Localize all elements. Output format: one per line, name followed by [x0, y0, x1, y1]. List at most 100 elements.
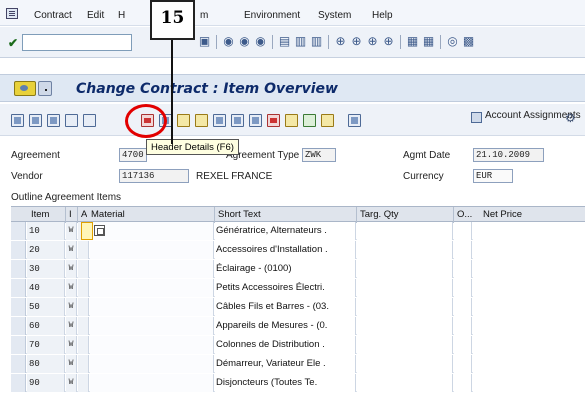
net-price-cell[interactable]	[473, 374, 585, 392]
account-category-cell[interactable]	[78, 298, 89, 316]
first-page-icon[interactable]: ⊕	[334, 35, 347, 48]
item-number-cell[interactable]: 90	[27, 374, 65, 392]
menu-environment[interactable]: Environment	[244, 10, 300, 21]
item-number-cell[interactable]: 10	[27, 222, 65, 240]
order-unit-cell[interactable]	[454, 260, 472, 278]
row-selector[interactable]	[11, 279, 26, 297]
target-qty-cell[interactable]	[357, 222, 453, 240]
item-category-cell[interactable]: W	[66, 355, 77, 373]
exit-icon[interactable]: ◉	[238, 35, 251, 48]
menu-goto[interactable]: H	[118, 10, 125, 21]
item-number-cell[interactable]: 70	[27, 336, 65, 354]
item-number-cell[interactable]: 80	[27, 355, 65, 373]
short-text-cell[interactable]: Éclairage - (0100)	[215, 260, 356, 278]
short-text-cell[interactable]: Colonnes de Distribution .	[215, 336, 356, 354]
target-qty-cell[interactable]	[357, 279, 453, 297]
create-icon[interactable]	[47, 114, 60, 127]
material-cell[interactable]	[90, 279, 214, 297]
short-text-cell[interactable]: Câbles Fils et Barres - (03.	[215, 298, 356, 316]
item-category-cell[interactable]: W	[66, 336, 77, 354]
row-selector[interactable]	[11, 298, 26, 316]
col-short-text[interactable]: Short Text	[218, 209, 261, 220]
enter-check-icon[interactable]: ✔	[8, 36, 18, 50]
material-cell[interactable]	[90, 355, 214, 373]
statistics-icon[interactable]	[249, 114, 262, 127]
col-net-price[interactable]: Net Price	[483, 209, 522, 220]
table-row[interactable]: 90 W Disjoncteurs (Toutes Te.	[11, 374, 585, 392]
item-category-cell[interactable]: W	[66, 298, 77, 316]
row-selector[interactable]	[11, 355, 26, 373]
cancel-icon[interactable]: ◉	[254, 35, 267, 48]
item-category-cell[interactable]: W	[66, 374, 77, 392]
back-icon[interactable]: ◉	[222, 35, 235, 48]
account-category-cell[interactable]	[78, 317, 89, 335]
menu-contract[interactable]: Contract	[34, 10, 72, 21]
system-menu-icon[interactable]	[6, 8, 18, 19]
account-category-cell[interactable]	[78, 241, 89, 259]
short-text-cell[interactable]: Petits Accessoires Électri.	[215, 279, 356, 297]
item-category-cell[interactable]: W	[66, 317, 77, 335]
item-category-cell[interactable]: W	[66, 241, 77, 259]
other-contract-icon[interactable]	[29, 114, 42, 127]
row-selector[interactable]	[11, 241, 26, 259]
target-qty-cell[interactable]	[357, 241, 453, 259]
account-category-cell[interactable]	[78, 336, 89, 354]
new-session-icon[interactable]: ▦	[406, 35, 419, 48]
previous-page-icon[interactable]: ⊕	[350, 35, 363, 48]
target-qty-cell[interactable]	[357, 336, 453, 354]
help-icon[interactable]: ◎	[446, 35, 459, 48]
col-item[interactable]: Item	[31, 209, 49, 220]
menu-system[interactable]: System	[318, 10, 351, 21]
order-unit-cell[interactable]	[454, 241, 472, 259]
display-change-icon[interactable]	[11, 114, 24, 127]
shortcut-icon[interactable]: ▦	[422, 35, 435, 48]
vendor-field[interactable]: 117136	[119, 169, 189, 183]
agmt-date-field[interactable]: 21.10.2009	[473, 148, 544, 162]
table-row[interactable]: 40 W Petits Accessoires Électri.	[11, 279, 585, 297]
short-text-cell[interactable]: Démarreur, Variateur Ele .	[215, 355, 356, 373]
agreement-type-field[interactable]: ZWK	[302, 148, 336, 162]
edit-texts-icon[interactable]	[285, 114, 298, 127]
col-material[interactable]: Material	[91, 209, 125, 220]
material-cell[interactable]	[90, 298, 214, 316]
table-row[interactable]: 80 W Démarreur, Variateur Ele .	[11, 355, 585, 373]
col-i[interactable]: I	[69, 209, 72, 220]
menu-edit[interactable]: Edit	[87, 10, 104, 21]
account-assignments-icon[interactable]	[471, 112, 482, 123]
target-qty-cell[interactable]	[357, 355, 453, 373]
texts-icon[interactable]	[195, 114, 208, 127]
col-target-qty[interactable]: Targ. Qty	[360, 209, 399, 220]
table-row[interactable]: 70 W Colonnes de Distribution .	[11, 336, 585, 354]
save-icon[interactable]: ▣	[198, 35, 211, 48]
active-input-cell[interactable]	[81, 222, 93, 240]
settings-icon[interactable]: ⚙	[565, 111, 576, 125]
item-number-cell[interactable]: 50	[27, 298, 65, 316]
account-assignment-icon[interactable]	[348, 114, 361, 127]
short-text-cell[interactable]: Génératrice, Alternateurs .	[215, 222, 356, 240]
short-text-cell[interactable]: Appareils de Mesures - (0.	[215, 317, 356, 335]
material-cell[interactable]	[90, 222, 214, 240]
menu-help[interactable]: Help	[372, 10, 393, 21]
target-qty-cell[interactable]	[357, 374, 453, 392]
delivery-address-icon[interactable]	[303, 114, 316, 127]
row-selector[interactable]	[11, 374, 26, 392]
services-icon[interactable]	[321, 114, 334, 127]
net-price-cell[interactable]	[473, 317, 585, 335]
net-price-cell[interactable]	[473, 222, 585, 240]
order-unit-cell[interactable]	[454, 317, 472, 335]
order-unit-cell[interactable]	[454, 336, 472, 354]
find-next-icon[interactable]: ▥	[310, 35, 323, 48]
conditions-icon[interactable]	[177, 114, 190, 127]
target-qty-cell[interactable]	[357, 317, 453, 335]
target-qty-cell[interactable]	[357, 260, 453, 278]
table-row[interactable]: 60 W Appareils de Mesures - (0.	[11, 317, 585, 335]
net-price-cell[interactable]	[473, 355, 585, 373]
short-text-cell[interactable]: Disjoncteurs (Toutes Te.	[215, 374, 356, 392]
currency-field[interactable]: EUR	[473, 169, 513, 183]
account-category-cell[interactable]	[78, 355, 89, 373]
material-cell[interactable]	[90, 260, 214, 278]
item-category-cell[interactable]: W	[66, 222, 77, 240]
account-category-cell[interactable]	[78, 374, 89, 392]
order-unit-cell[interactable]	[454, 374, 472, 392]
net-price-cell[interactable]	[473, 260, 585, 278]
